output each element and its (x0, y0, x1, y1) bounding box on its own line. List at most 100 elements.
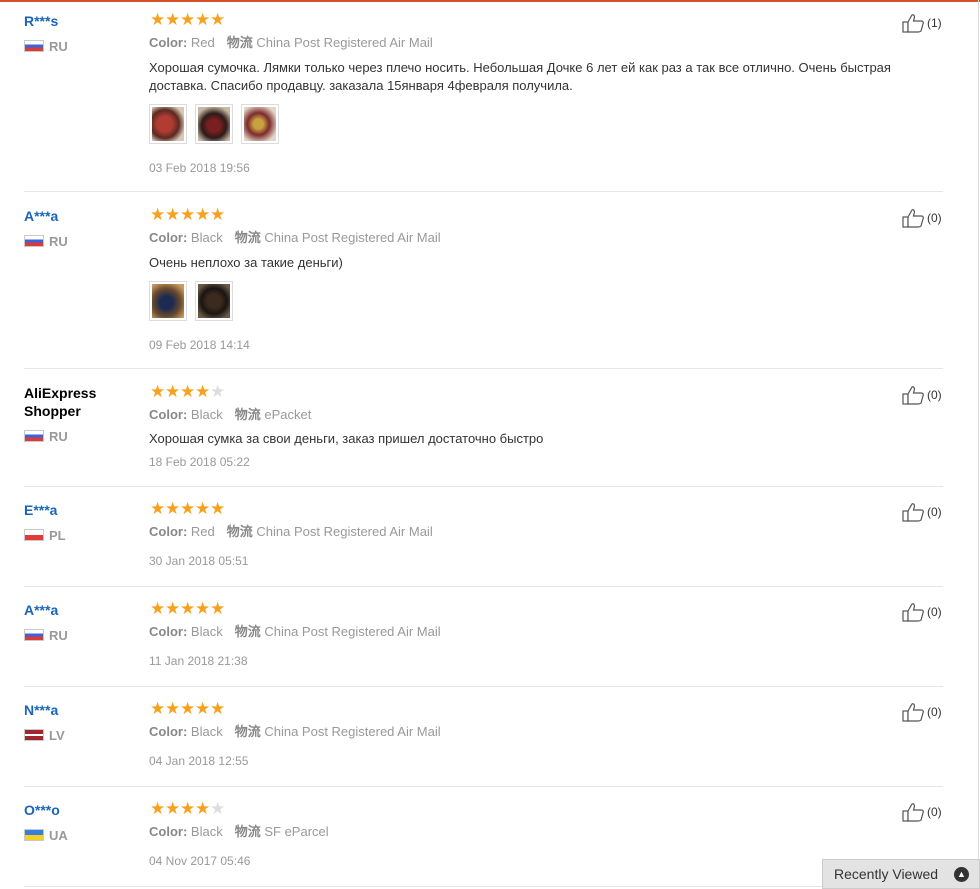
star-icon: ★ (195, 205, 211, 224)
star-icon: ★ (150, 799, 166, 818)
flag-icon (24, 729, 44, 741)
thumbs-up-icon (902, 603, 924, 622)
star-rating: ★ ★ ★ ★ ★ (150, 10, 226, 29)
reviewer-country: LV (24, 727, 65, 743)
reviewer-name[interactable]: N***a (24, 701, 58, 719)
recently-viewed-button[interactable]: Recently Viewed ▲ (822, 859, 980, 889)
color-label: Color: (149, 824, 188, 839)
review-photo[interactable] (241, 104, 279, 144)
review-date: 03 Feb 2018 19:56 (149, 161, 250, 175)
thumbs-up-icon (902, 14, 924, 33)
order-info: Color: Black 物流 SF eParcel (149, 824, 329, 840)
review-photo[interactable] (195, 104, 233, 144)
review-photo[interactable] (195, 281, 233, 321)
star-icon: ★ (195, 699, 211, 718)
flag-icon (24, 629, 44, 641)
star-icon: ★ (150, 699, 166, 718)
star-icon: ★ (180, 699, 196, 718)
reviewer-country: RU (24, 627, 68, 643)
order-info: Color: Black 物流 China Post Registered Air… (149, 624, 441, 640)
shipping-value: China Post Registered Air Mail (264, 230, 441, 245)
shipping-value: China Post Registered Air Mail (256, 524, 433, 539)
star-rating: ★ ★ ★ ★ ★ (150, 205, 226, 224)
flag-icon (24, 235, 44, 247)
star-icon: ★ (195, 599, 211, 618)
color-value: Red (190, 524, 215, 539)
star-icon: ★ (180, 205, 196, 224)
reviewer-country: RU (24, 233, 68, 249)
star-icon: ★ (210, 499, 226, 518)
review-photo[interactable] (149, 281, 187, 321)
star-empty-icon: ★ (210, 799, 226, 818)
color-value: Black (190, 230, 223, 245)
star-icon: ★ (150, 382, 166, 401)
star-icon: ★ (150, 10, 166, 29)
color-label: Color: (149, 624, 188, 639)
reviewer-country: RU (24, 428, 68, 444)
helpful-count: (0) (927, 211, 942, 225)
flag-icon (24, 40, 44, 52)
reviewer-name[interactable]: A***a (24, 207, 58, 225)
helpful-button[interactable]: (0) (902, 602, 942, 622)
star-icon: ★ (210, 205, 226, 224)
reviewer-name[interactable]: R***s (24, 12, 58, 30)
divider (24, 191, 943, 192)
reviewer-name[interactable]: A***a (24, 601, 58, 619)
star-rating: ★ ★ ★ ★ ★ (150, 382, 225, 401)
review-date: 11 Jan 2018 21:38 (149, 654, 248, 668)
star-icon: ★ (150, 205, 166, 224)
country-code: RU (49, 428, 68, 444)
review-photo[interactable] (149, 104, 187, 144)
star-icon: ★ (150, 499, 166, 518)
helpful-button[interactable]: (0) (902, 208, 942, 228)
reviewer-country: RU (24, 38, 68, 54)
color-value: Black (190, 624, 223, 639)
recently-viewed-label: Recently Viewed (834, 866, 939, 882)
reviewer-country: UA (24, 827, 68, 843)
thumbs-up-icon (902, 503, 924, 522)
star-icon: ★ (180, 382, 196, 401)
helpful-button[interactable]: (0) (902, 385, 942, 405)
reviewer-name[interactable]: E***a (24, 501, 57, 519)
helpful-button[interactable]: (1) (902, 13, 942, 33)
star-icon: ★ (210, 10, 226, 29)
review-text: Хорошая сумочка. Лямки только через плеч… (149, 60, 891, 93)
star-icon: ★ (180, 10, 196, 29)
star-rating: ★ ★ ★ ★ ★ (150, 599, 226, 618)
divider (24, 786, 943, 787)
star-icon: ★ (180, 599, 196, 618)
reviewer-country: PL (24, 527, 66, 543)
star-icon: ★ (195, 799, 211, 818)
divider (24, 368, 943, 369)
reviewer-name[interactable]: O***o (24, 801, 60, 819)
star-icon: ★ (195, 499, 211, 518)
review-text: Очень неплохо за такие деньги) (149, 255, 343, 270)
order-info: Color: Black 物流 ePacket (149, 407, 311, 423)
review-photos (149, 281, 241, 321)
review-date: 18 Feb 2018 05:22 (149, 455, 250, 469)
review-date: 04 Jan 2018 12:55 (149, 754, 249, 768)
country-code: RU (49, 627, 68, 643)
shipping-value: China Post Registered Air Mail (264, 624, 441, 639)
color-value: Black (190, 724, 223, 739)
star-icon: ★ (195, 10, 211, 29)
color-label: Color: (149, 230, 188, 245)
country-code: PL (49, 527, 66, 543)
divider (24, 686, 943, 687)
chevron-up-icon: ▲ (954, 867, 969, 882)
helpful-button[interactable]: (0) (902, 702, 942, 722)
star-icon: ★ (210, 599, 226, 618)
divider (24, 586, 943, 587)
right-border (978, 0, 979, 889)
helpful-count: (0) (927, 605, 942, 619)
helpful-count: (1) (927, 16, 942, 30)
helpful-button[interactable]: (0) (902, 802, 942, 822)
thumbs-up-icon (902, 703, 924, 722)
helpful-button[interactable]: (0) (902, 502, 942, 522)
country-code: LV (49, 727, 65, 743)
shipping-label: 物流 (234, 230, 261, 245)
star-icon: ★ (165, 599, 181, 618)
star-icon: ★ (165, 382, 181, 401)
color-label: Color: (149, 407, 188, 422)
star-icon: ★ (180, 499, 196, 518)
